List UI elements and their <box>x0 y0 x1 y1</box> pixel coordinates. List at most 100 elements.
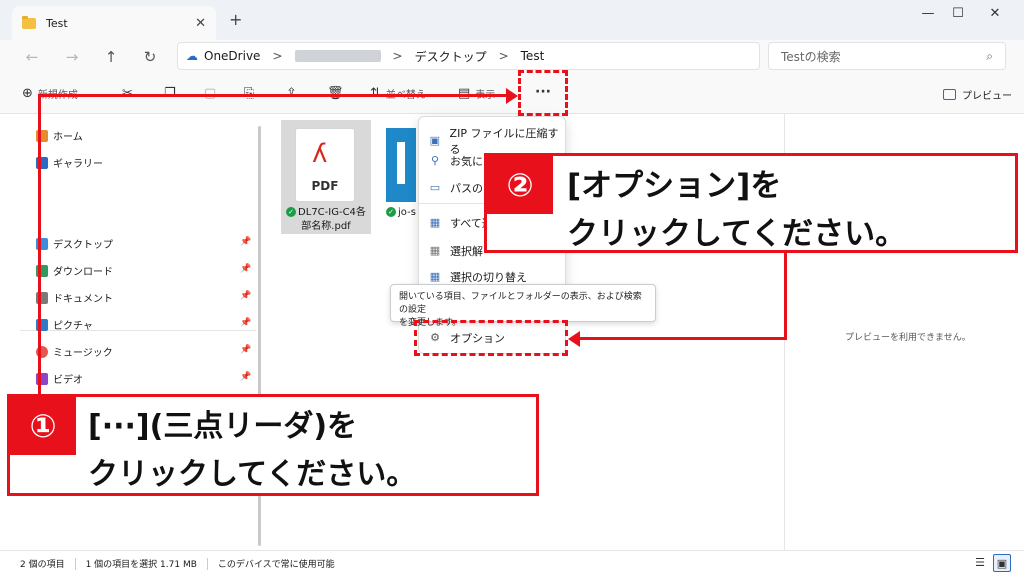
menu-item-invert-selection[interactable]: ▦ 選択の切り替え <box>429 269 527 285</box>
callout-2-line1: [オプション]を <box>567 168 782 204</box>
title-bar: Test ✕ + — ☐ ✕ <box>0 0 1024 40</box>
sidebar-item-gallery[interactable]: ギャラリー <box>36 155 103 170</box>
breadcrumb-desktop[interactable]: デスクトップ <box>415 48 487 65</box>
sidebar-item-label: ギャラリー <box>53 159 103 170</box>
tab-close-button[interactable]: ✕ <box>195 16 206 31</box>
pin-icon: 📌 <box>240 237 252 247</box>
sidebar-item-label: ホーム <box>53 132 83 143</box>
menu-item-pin-quick-access[interactable]: ⚲ お気に <box>429 153 483 169</box>
file-name-line1: jo-s <box>398 207 416 218</box>
tab-title: Test <box>46 16 68 30</box>
sidebar-item-pictures[interactable]: ピクチャ <box>36 317 93 332</box>
pin-icon: 📌 <box>240 264 252 274</box>
sidebar-item-downloads[interactable]: ダウンロード <box>36 263 113 278</box>
pin-icon: 📌 <box>240 372 252 382</box>
callout-2-line2: クリックしてください。 <box>567 216 907 252</box>
address-bar[interactable]: ☁ OneDrive > > デスクトップ > Test <box>177 42 760 70</box>
search-icon: ⌕ <box>986 48 993 63</box>
options-tooltip: 開いている項目、ファイルとフォルダーの表示、および検索の設定 を変更します。 <box>390 284 656 328</box>
preview-message: プレビューを利用できません。 <box>845 333 971 343</box>
refresh-button[interactable]: ↻ <box>140 48 160 66</box>
callout-step-2: ② [オプション]を クリックしてください。 <box>484 153 1018 253</box>
breadcrumb-test[interactable]: Test <box>521 49 545 63</box>
minimize-button[interactable]: — <box>913 6 943 21</box>
menu-item-label: お気に <box>450 155 483 168</box>
pin-icon: 📌 <box>240 318 252 328</box>
menu-item-label: 選択解 <box>450 245 483 258</box>
callout-1-line1: [···](三点リーダ)を <box>88 409 358 444</box>
preview-button[interactable]: プレビュー <box>943 87 1012 102</box>
sidebar-item-desktop[interactable]: デスクトップ <box>36 236 113 251</box>
sidebar-item-label: ピクチャ <box>53 321 93 332</box>
search-placeholder: Testの検索 <box>781 49 841 64</box>
status-separator <box>74 557 76 570</box>
select-none-icon: ▦ <box>429 244 441 257</box>
new-tab-button[interactable]: + <box>229 10 242 29</box>
step-number-2: ② <box>487 156 553 214</box>
pin-icon: 📌 <box>240 345 252 355</box>
tooltip-line1: 開いている項目、ファイルとフォルダーの表示、および検索の設定 <box>399 292 642 315</box>
back-button[interactable]: ← <box>22 48 42 66</box>
connector-line <box>38 94 510 97</box>
arrow-head <box>506 88 518 104</box>
arrow-head <box>568 331 580 347</box>
blurred-user-folder <box>294 50 381 62</box>
highlight-more-button <box>518 70 568 116</box>
sync-check-icon: ✓ <box>386 207 396 217</box>
preview-label: プレビュー <box>962 91 1012 102</box>
breadcrumb-separator: > <box>498 49 509 63</box>
sidebar-item-label: ドキュメント <box>53 294 113 305</box>
item-count: 2 個の項目 <box>20 560 65 570</box>
pin-icon: 📌 <box>240 291 252 301</box>
close-window-button[interactable]: ✕ <box>980 6 1010 21</box>
acrobat-icon: ʎ <box>312 139 328 169</box>
copy-path-icon: ▭ <box>429 181 441 194</box>
pdf-type-label: PDF <box>311 179 339 193</box>
breadcrumb-onedrive[interactable]: OneDrive <box>204 49 260 63</box>
selected-count: 1 個の項目を選択 1.71 MB <box>85 560 197 570</box>
maximize-button[interactable]: ☐ <box>943 6 973 21</box>
invert-selection-icon: ▦ <box>429 270 441 283</box>
details-view-icon[interactable]: ☰ <box>971 554 989 572</box>
file-item-pdf[interactable]: ʎ PDF ✓ DL7C-IG-C4各 部名称.pdf <box>281 120 371 234</box>
status-separator <box>206 557 208 570</box>
zip-icon: ▣ <box>429 134 440 147</box>
tab-test[interactable]: Test ✕ <box>12 6 216 40</box>
document-file-icon <box>386 128 416 202</box>
connector-line <box>784 252 787 340</box>
file-name-line1: DL7C-IG-C4各 <box>298 207 366 218</box>
select-all-icon: ▦ <box>429 216 441 229</box>
preview-pane-icon <box>943 89 956 100</box>
callout-step-1: ① [···](三点リーダ)を クリックしてください。 <box>7 394 539 496</box>
highlight-options-item <box>414 320 568 356</box>
sidebar-item-documents[interactable]: ドキュメント <box>36 290 113 305</box>
breadcrumb-separator: > <box>272 49 283 63</box>
sidebar-item-videos[interactable]: ビデオ <box>36 371 83 386</box>
breadcrumb-separator: > <box>392 49 403 63</box>
cloud-icon: ☁ <box>186 49 198 63</box>
plus-circle-icon: ⊕ <box>22 86 33 101</box>
file-name: ✓ jo-s <box>386 206 416 220</box>
file-name: ✓ DL7C-IG-C4各 部名称.pdf <box>283 206 369 234</box>
menu-item-select-none[interactable]: ▦ 選択解 <box>429 243 483 259</box>
up-button[interactable]: ↑ <box>101 48 121 66</box>
sidebar-item-music[interactable]: ミュージック <box>36 344 113 359</box>
availability-status: このデバイスで常に使用可能 <box>217 560 335 570</box>
sync-check-icon: ✓ <box>286 207 297 217</box>
sidebar-item-label: デスクトップ <box>53 240 113 251</box>
search-input[interactable]: Testの検索 ⌕ <box>768 42 1006 70</box>
connector-line <box>580 337 787 340</box>
menu-item-label: 選択の切り替え <box>450 271 527 284</box>
status-bar: 2 個の項目 1 個の項目を選択 1.71 MB このデバイスで常に使用可能 <box>0 550 1024 576</box>
forward-button[interactable]: → <box>62 48 82 66</box>
callout-1-line2: クリックしてください。 <box>88 457 417 492</box>
sidebar-item-label: ダウンロード <box>53 267 113 278</box>
folder-icon <box>22 15 36 29</box>
sidebar-item-label: ビデオ <box>53 375 83 386</box>
step-number-1: ① <box>10 397 76 455</box>
file-item-second[interactable]: ✓ jo-s <box>386 120 418 234</box>
connector-line <box>38 94 41 396</box>
sidebar-item-home[interactable]: ホーム <box>36 128 83 143</box>
large-icons-view-icon[interactable]: ▣ <box>993 554 1011 572</box>
sidebar-item-label: ミュージック <box>53 348 113 359</box>
